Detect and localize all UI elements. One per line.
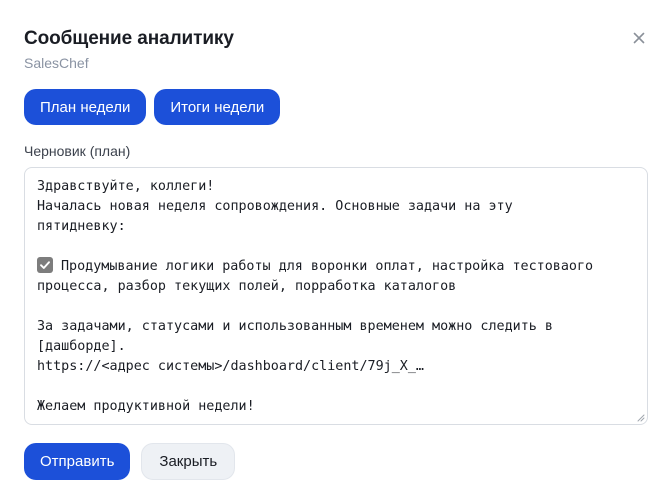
draft-line-link: https://<адрес системы>/dashboard/client… bbox=[37, 359, 424, 374]
close-button[interactable]: Закрыть bbox=[141, 443, 236, 480]
message-dialog: Сообщение аналитику SalesChef План недел… bbox=[0, 0, 672, 504]
dialog-footer: Отправить Закрыть bbox=[24, 443, 236, 480]
close-icon[interactable] bbox=[628, 27, 650, 49]
resize-handle-icon[interactable] bbox=[636, 413, 645, 422]
draft-line-closing: Желаем продуктивной недели! bbox=[37, 399, 255, 414]
draft-line-tracking-cont: [дашборде]. bbox=[37, 339, 126, 354]
draft-line-greeting: Здравствуйте, коллеги! bbox=[37, 179, 215, 194]
send-button[interactable]: Отправить bbox=[24, 443, 131, 480]
draft-line-intro-cont: пятидневку: bbox=[37, 219, 126, 234]
dialog-subtitle: SalesChef bbox=[24, 55, 89, 71]
template-tabs: План недели Итоги недели bbox=[24, 89, 281, 125]
plan-week-button[interactable]: План недели bbox=[24, 89, 147, 125]
results-week-button[interactable]: Итоги недели bbox=[154, 89, 281, 125]
dialog-title: Сообщение аналитику bbox=[24, 28, 234, 49]
checkbox-checked-icon bbox=[37, 257, 53, 273]
draft-line-task: Продумывание логики работы для воронки о… bbox=[61, 259, 594, 274]
draft-textarea[interactable]: Здравствуйте, коллеги! Началась новая не… bbox=[24, 167, 648, 425]
draft-line-tracking: За задачами, статусами и использованным … bbox=[37, 319, 553, 334]
draft-line-task-cont: процесса, разбор текущих полей, порработ… bbox=[37, 279, 457, 294]
draft-label: Черновик (план) bbox=[24, 143, 131, 159]
draft-line-intro: Началась новая неделя сопровождения. Осн… bbox=[37, 199, 513, 214]
